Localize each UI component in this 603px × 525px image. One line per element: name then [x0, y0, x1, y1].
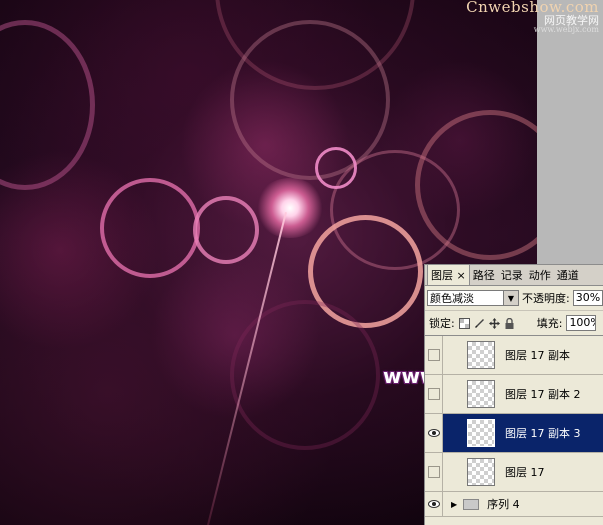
layer-thumbnail: [467, 419, 495, 447]
lock-row: 锁定: 填充: 100%: [425, 311, 603, 336]
opacity-field[interactable]: 30%: [572, 290, 603, 306]
layer-group-row[interactable]: ▶ 序列 4: [425, 492, 603, 517]
layers-panel: 图层 × 路径 记录 动作 通道 颜色减淡 ▼ 不透明度: 30% 锁定: 填充…: [424, 264, 603, 525]
bokeh-ring: [100, 178, 200, 278]
visibility-box: [427, 466, 440, 478]
opacity-label: 不透明度:: [522, 292, 570, 305]
brush-icon[interactable]: [474, 318, 485, 329]
eye-icon: [427, 429, 440, 437]
light-flare: [255, 178, 325, 238]
visibility-toggle[interactable]: [425, 375, 443, 413]
tab-layers[interactable]: 图层 ×: [427, 264, 470, 285]
layer-row[interactable]: 图层 17 副本: [425, 336, 603, 375]
watermark-top: Cnwebshow.com 网页教学网 www.webjx.com: [466, 0, 599, 34]
workspace-background: [537, 0, 603, 268]
triangle-right-icon[interactable]: ▶: [451, 500, 457, 509]
eye-icon: [427, 500, 440, 508]
lock-icon[interactable]: [504, 317, 515, 329]
layer-name: 图层 17: [505, 466, 545, 479]
layer-thumbnail: [467, 380, 495, 408]
fill-label: 填充:: [536, 317, 563, 330]
tab-actions[interactable]: 动作: [526, 265, 554, 285]
visibility-box: [427, 388, 440, 400]
folder-icon: [463, 498, 480, 510]
watermark-site: Cnwebshow.com: [466, 0, 599, 16]
panel-tabs: 图层 × 路径 记录 动作 通道: [425, 264, 603, 286]
lock-label: 锁定:: [429, 317, 455, 330]
layer-row[interactable]: 图层 17 副本 2: [425, 375, 603, 414]
blend-mode-select[interactable]: 颜色减淡 ▼: [427, 290, 519, 306]
layer-thumbnail: [467, 341, 495, 369]
visibility-box: [427, 349, 440, 361]
group-name: 序列 4: [487, 498, 520, 511]
bokeh-ring: [230, 300, 380, 450]
blend-row: 颜色减淡 ▼ 不透明度: 30%: [425, 286, 603, 311]
bokeh-ring: [315, 147, 357, 189]
fill-field[interactable]: 100%: [566, 315, 597, 331]
layer-row[interactable]: 图层 17: [425, 453, 603, 492]
layer-row-selected[interactable]: 图层 17 副本 3: [425, 414, 603, 453]
tab-paths[interactable]: 路径: [470, 265, 498, 285]
visibility-toggle[interactable]: [425, 492, 443, 516]
layer-name: 图层 17 副本 3: [505, 427, 581, 440]
layer-list: 图层 17 副本 图层 17 副本 2 图层 17 副本 3 图层 17 ▶ 序…: [425, 336, 603, 517]
bokeh-ring: [193, 196, 259, 264]
dropdown-arrow-icon[interactable]: ▼: [503, 291, 518, 305]
blend-mode-value: 颜色减淡: [430, 292, 474, 305]
visibility-toggle[interactable]: [425, 336, 443, 374]
layer-thumbnail: [467, 458, 495, 486]
visibility-toggle[interactable]: [425, 453, 443, 491]
lock-transparent-icon[interactable]: [458, 317, 470, 329]
visibility-toggle[interactable]: [425, 414, 443, 452]
move-icon[interactable]: [488, 317, 500, 329]
tab-history[interactable]: 记录: [498, 265, 526, 285]
layer-name: 图层 17 副本: [505, 349, 570, 362]
tab-channels[interactable]: 通道: [554, 265, 582, 285]
layer-name: 图层 17 副本 2: [505, 388, 581, 401]
watermark-url: www.webjx.com: [533, 25, 599, 34]
